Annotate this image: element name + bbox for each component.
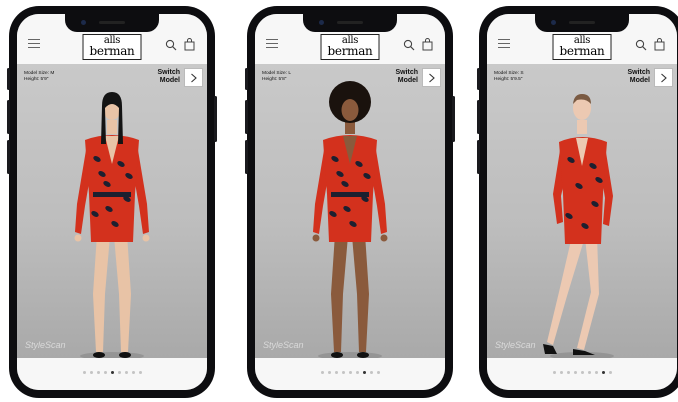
carousel-dot[interactable] — [82, 371, 86, 374]
model-figure — [74, 92, 150, 360]
carousel-dot[interactable] — [608, 371, 612, 374]
carousel-dot[interactable] — [327, 371, 331, 374]
carousel-dots — [255, 371, 445, 374]
phone-2: alls berman Model Size: L Height: 5'8" S… — [245, 6, 455, 398]
left-hand — [312, 234, 320, 242]
logo-line-2: berman — [89, 43, 135, 58]
brand-logo[interactable]: alls berman — [82, 34, 142, 60]
shopping-bag-icon[interactable] — [422, 38, 433, 51]
carousel-dot[interactable] — [138, 371, 142, 374]
carousel-footer — [487, 358, 677, 390]
carousel-dot[interactable] — [89, 371, 93, 374]
model-info: Model Size: M Height: 5'9" — [24, 71, 54, 83]
carousel-dot[interactable] — [355, 371, 359, 374]
neck — [107, 120, 117, 134]
search-icon[interactable] — [635, 39, 647, 51]
carousel-dot[interactable] — [131, 371, 135, 374]
left-hand — [74, 234, 82, 242]
right-hand — [142, 234, 150, 242]
menu-icon[interactable] — [266, 39, 278, 48]
chevron-right-icon — [191, 73, 197, 83]
model-stage: Model Size: S Height: 5'9.5" Switch Mode… — [487, 64, 677, 360]
model-stage: Model Size: M Height: 5'9" Switch Model … — [17, 64, 207, 360]
screen: alls berman Model Size: M Height: 5'9" S… — [17, 14, 207, 390]
carousel-dot[interactable] — [124, 371, 128, 374]
screen: alls berman Model Size: S Height: 5'9.5"… — [487, 14, 677, 390]
brand-logo[interactable]: alls berman — [552, 34, 612, 60]
carousel-dots — [17, 371, 207, 374]
brand-logo[interactable]: alls berman — [320, 34, 380, 60]
carousel-dot[interactable] — [369, 371, 373, 374]
carousel-dot[interactable] — [362, 371, 366, 374]
watermark: StyleScan — [495, 340, 536, 350]
model-figure — [312, 81, 388, 360]
switch-model-label: Switch Model — [157, 69, 180, 85]
carousel-dot[interactable] — [573, 371, 577, 374]
notch — [535, 14, 629, 32]
carousel-footer — [17, 358, 207, 390]
left-leg — [331, 234, 348, 352]
phone-1: alls berman Model Size: M Height: 5'9" S… — [7, 6, 217, 398]
chevron-right-icon — [661, 73, 667, 83]
watermark: StyleScan — [25, 340, 66, 350]
shopping-bag-icon[interactable] — [654, 38, 665, 51]
screen: alls berman Model Size: L Height: 5'8" S… — [255, 14, 445, 390]
neck — [577, 120, 587, 134]
chevron-right-icon — [429, 73, 435, 83]
switch-model-button[interactable] — [654, 68, 673, 87]
model-figure — [543, 94, 614, 360]
carousel-dot[interactable] — [559, 371, 563, 374]
switch-model-button[interactable] — [184, 68, 203, 87]
front-leg — [577, 236, 599, 350]
left-leg — [93, 234, 110, 352]
belt — [93, 192, 131, 197]
model-height: Height: 5'9" — [24, 77, 49, 83]
switch-model-button[interactable] — [422, 68, 441, 87]
face — [341, 99, 359, 121]
model-info: Model Size: L Height: 5'8" — [262, 71, 291, 83]
carousel-dot[interactable] — [566, 371, 570, 374]
shopping-bag-icon[interactable] — [184, 38, 195, 51]
carousel-dot[interactable] — [552, 371, 556, 374]
search-icon[interactable] — [403, 39, 415, 51]
logo-line-2: berman — [559, 43, 605, 58]
carousel-dot[interactable] — [334, 371, 338, 374]
carousel-dot[interactable] — [601, 371, 605, 374]
right-leg — [114, 234, 131, 352]
carousel-dot[interactable] — [320, 371, 324, 374]
phone-3: alls berman Model Size: S Height: 5'9.5"… — [477, 6, 678, 398]
right-leg — [352, 234, 369, 352]
menu-icon[interactable] — [28, 39, 40, 48]
switch-model-label: Switch Model — [627, 69, 650, 85]
notch — [303, 14, 397, 32]
right-hand — [380, 234, 388, 242]
carousel-dot[interactable] — [103, 371, 107, 374]
back-sandal — [543, 344, 557, 354]
model-stage: Model Size: L Height: 5'8" Switch Model … — [255, 64, 445, 360]
model-height: Height: 5'8" — [262, 77, 287, 83]
carousel-dot[interactable] — [96, 371, 100, 374]
watermark: StyleScan — [263, 340, 304, 350]
carousel-dot[interactable] — [376, 371, 380, 374]
carousel-footer — [255, 358, 445, 390]
logo-line-2: berman — [327, 43, 373, 58]
carousel-dots — [487, 371, 677, 374]
model-height: Height: 5'9.5" — [494, 77, 523, 83]
switch-model-label: Switch Model — [395, 69, 418, 85]
model-info: Model Size: S Height: 5'9.5" — [494, 71, 524, 83]
notch — [65, 14, 159, 32]
carousel-dot[interactable] — [117, 371, 121, 374]
menu-icon[interactable] — [498, 39, 510, 48]
carousel-dot[interactable] — [110, 371, 114, 374]
carousel-dot[interactable] — [580, 371, 584, 374]
carousel-dot[interactable] — [594, 371, 598, 374]
belt — [331, 192, 369, 197]
carousel-dot[interactable] — [348, 371, 352, 374]
carousel-dot[interactable] — [341, 371, 345, 374]
back-leg — [547, 236, 584, 345]
carousel-dot[interactable] — [587, 371, 591, 374]
search-icon[interactable] — [165, 39, 177, 51]
